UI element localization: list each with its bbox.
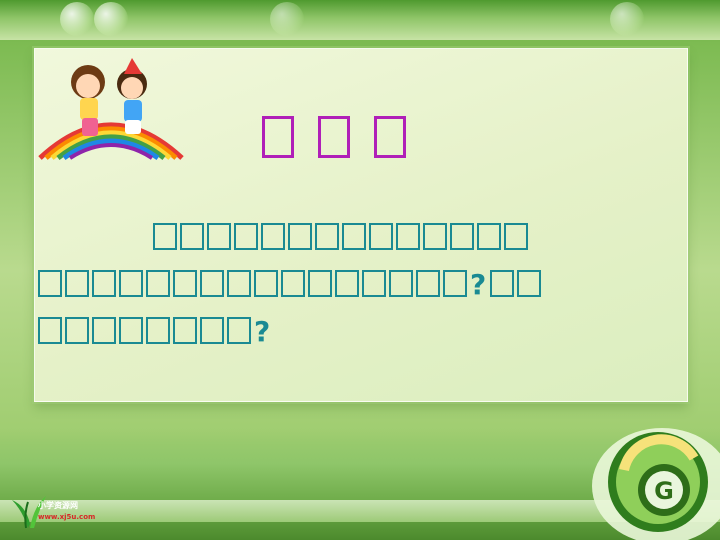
text-glyph-box <box>146 317 170 344</box>
text-glyph-box <box>477 223 501 250</box>
text-glyph-box <box>119 317 143 344</box>
text-glyph-box <box>227 317 251 344</box>
text-glyph-box <box>416 270 440 297</box>
paragraph-line-1 <box>38 214 638 261</box>
text-glyph-box <box>443 270 467 297</box>
text-glyph-box <box>207 223 231 250</box>
question-mark: ? <box>470 268 488 301</box>
text-glyph-box <box>369 223 393 250</box>
text-glyph-box <box>517 270 542 297</box>
paragraph-line-3: ? <box>38 308 638 355</box>
text-glyph-box <box>200 317 224 344</box>
paragraph-text: ? ? <box>38 214 638 355</box>
text-glyph-box <box>146 270 170 297</box>
text-glyph-box <box>423 223 447 250</box>
text-glyph-box <box>65 270 89 297</box>
top-decor-band <box>0 0 720 40</box>
text-glyph-box <box>288 223 312 250</box>
text-glyph-box <box>315 223 339 250</box>
text-glyph-box <box>342 223 366 250</box>
text-glyph-box <box>261 223 285 250</box>
bubble-decoration <box>270 2 304 36</box>
bubble-decoration <box>94 2 128 36</box>
text-glyph-box <box>173 317 197 344</box>
text-glyph-box <box>254 270 278 297</box>
logo-url: www.xj5u.com <box>38 513 96 521</box>
text-glyph-box <box>180 223 204 250</box>
bubble-decoration <box>610 2 644 36</box>
text-glyph-box <box>173 270 197 297</box>
kids-on-rainbow-illustration <box>38 58 184 161</box>
text-glyph-box <box>38 270 62 297</box>
bubble-decoration <box>60 2 94 36</box>
text-glyph-box <box>227 270 251 297</box>
text-glyph-box <box>335 270 359 297</box>
question-mark: ? <box>254 315 272 348</box>
text-glyph-box <box>92 317 116 344</box>
text-glyph-box <box>281 270 305 297</box>
title-glyph-box <box>262 116 294 158</box>
text-glyph-box <box>65 317 89 344</box>
text-glyph-box <box>396 223 420 250</box>
text-glyph-box <box>490 270 515 297</box>
slide-title <box>262 116 472 168</box>
title-glyph-box <box>374 116 406 158</box>
logo-name: 小学资源网 <box>38 501 78 510</box>
snail-shell-decoration: G <box>592 428 720 540</box>
text-glyph-box <box>504 223 528 250</box>
text-glyph-box <box>450 223 474 250</box>
text-glyph-box <box>200 270 224 297</box>
text-glyph-box <box>38 317 62 344</box>
text-glyph-box <box>92 270 116 297</box>
text-glyph-box <box>153 223 177 250</box>
title-glyph-box <box>318 116 350 158</box>
paragraph-line-2: ? <box>38 261 638 308</box>
text-glyph-box <box>234 223 258 250</box>
text-glyph-box <box>119 270 143 297</box>
text-glyph-box <box>362 270 386 297</box>
text-glyph-box <box>308 270 332 297</box>
text-glyph-box <box>389 270 413 297</box>
svg-text:G: G <box>654 477 674 505</box>
